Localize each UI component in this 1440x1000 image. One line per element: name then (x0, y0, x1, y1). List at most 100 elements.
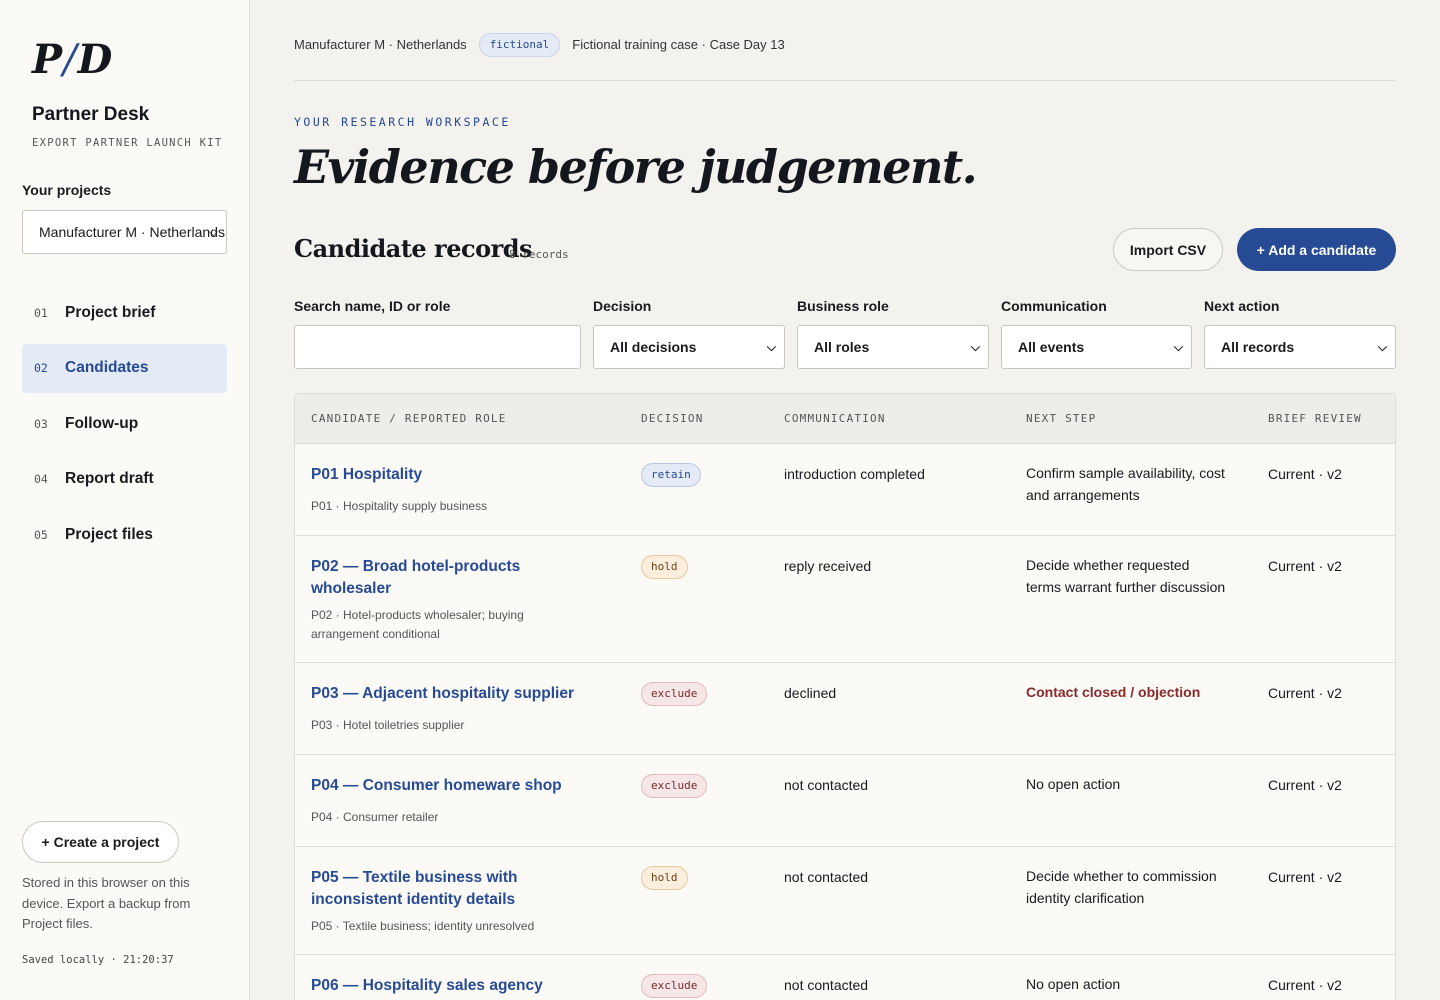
table-row[interactable]: P05 — Textile business with inconsistent… (295, 847, 1395, 955)
nav-label: Report draft (65, 470, 154, 487)
search-input[interactable] (294, 325, 581, 369)
column-header-communication[interactable]: COMMUNICATION (784, 412, 886, 425)
project-select-value: Manufacturer M · Netherlands (39, 224, 225, 240)
candidate-role: P02 · Hotel-products wholesaler; buying … (311, 608, 524, 641)
project-context: Manufacturer M · Netherlands (294, 37, 467, 52)
next-step: No open action (1026, 976, 1121, 992)
import-csv-button[interactable]: Import CSV (1113, 228, 1223, 271)
nav-label: Candidates (65, 359, 149, 376)
decision-filter-value: All decisions (610, 339, 697, 355)
decision-filter-label: Decision (593, 298, 652, 314)
brand-title: Partner Desk (32, 104, 150, 125)
sidebar-item-project-files[interactable]: 05 Project files (22, 510, 227, 559)
table-header: CANDIDATE / REPORTED ROLE DECISION COMMU… (295, 394, 1395, 444)
next-step: No open action (1026, 776, 1121, 792)
candidate-link[interactable]: P01 Hospitality (311, 464, 611, 486)
chevron-down-icon: ⌵ (1377, 340, 1387, 354)
role-filter-select[interactable]: All roles ⌵ (797, 325, 989, 369)
brief-review: Current · v2 (1268, 685, 1342, 701)
candidate-link[interactable]: P02 — Broad hotel-products wholesaler (311, 556, 571, 600)
table-row[interactable]: P01 Hospitality P01 · Hospitality supply… (295, 444, 1395, 536)
fictional-badge: fictional (478, 33, 561, 57)
next-step-alert: Contact closed / objection (1026, 684, 1201, 700)
search-label: Search name, ID or role (294, 298, 451, 314)
nav-label: Project brief (65, 303, 156, 321)
next-step: Confirm sample availability, cost and ar… (1026, 465, 1225, 503)
column-header-next-step[interactable]: NEXT STEP (1026, 412, 1096, 425)
next-action-filter-label: Next action (1204, 298, 1280, 314)
create-project-button[interactable]: + Create a project (22, 821, 179, 863)
section-title: Candidate records (294, 234, 533, 263)
next-action-filter-value: All records (1221, 339, 1295, 355)
nav-label: Follow-up (65, 414, 139, 432)
communication-status: not contacted (784, 869, 869, 885)
candidate-link[interactable]: P05 — Textile business with inconsistent… (311, 867, 571, 911)
next-step: Decide whether requested terms warrant f… (1026, 557, 1226, 595)
nav-number: 03 (34, 416, 48, 431)
sidebar-item-report-draft[interactable]: 04 Report draft (22, 455, 227, 504)
table-row[interactable]: P04 — Consumer homeware shop P04 · Consu… (295, 755, 1395, 847)
table-row[interactable]: P02 — Broad hotel-products wholesaler P0… (295, 536, 1395, 663)
candidate-link[interactable]: P03 — Adjacent hospitality supplier (311, 683, 611, 705)
saved-status: Saved locally · 21:20:37 (22, 954, 174, 966)
brief-review: Current · v2 (1268, 869, 1342, 885)
logo: P/D (32, 36, 112, 83)
column-header-brief-review[interactable]: BRIEF REVIEW (1268, 412, 1362, 425)
nav-number: 05 (34, 527, 48, 542)
record-count: 8 records (509, 248, 569, 261)
brief-review: Current · v2 (1268, 777, 1342, 793)
role-filter-label: Business role (797, 298, 889, 314)
decision-badge: exclude (641, 774, 708, 798)
page-title: Evidence before judgement. (294, 140, 978, 194)
nav-number: 02 (34, 361, 48, 375)
brief-review: Current · v2 (1268, 466, 1342, 482)
case-info: Fictional training case · Case Day 13 (572, 37, 785, 52)
decision-badge: exclude (641, 682, 708, 706)
communication-status: introduction completed (784, 466, 925, 482)
role-filter-value: All roles (814, 339, 870, 355)
candidate-role: P01 · Hospitality supply business (311, 499, 488, 513)
decision-filter-select[interactable]: All decisions ⌵ (593, 325, 785, 369)
candidates-table: CANDIDATE / REPORTED ROLE DECISION COMMU… (294, 393, 1396, 1000)
column-header-decision[interactable]: DECISION (641, 412, 704, 425)
table-row[interactable]: P06 — Hospitality sales agency exclude n… (295, 955, 1395, 1000)
chevron-down-icon: ⌵ (1173, 340, 1183, 354)
communication-status: reply received (784, 558, 872, 574)
candidate-role: P05 · Textile business; identity unresol… (311, 919, 535, 933)
nav-number: 01 (34, 305, 48, 320)
nav-label: Project files (65, 525, 153, 543)
eyebrow: YOUR RESEARCH WORKSPACE (294, 115, 511, 129)
column-header-candidate[interactable]: CANDIDATE / REPORTED ROLE (311, 412, 507, 425)
project-select[interactable]: Manufacturer M · Netherlands ⌵ (22, 210, 227, 254)
candidate-role: P03 · Hotel toiletries supplier (311, 718, 465, 732)
main-content: Manufacturer M · Netherlands fictional F… (250, 0, 1440, 1000)
chevron-down-icon: ⌵ (766, 340, 776, 354)
brief-review: Current · v2 (1268, 558, 1342, 574)
candidate-link[interactable]: P06 — Hospitality sales agency (311, 975, 611, 997)
communication-status: not contacted (784, 777, 869, 793)
add-candidate-button[interactable]: + Add a candidate (1237, 228, 1396, 271)
next-step: Decide whether to commission identity cl… (1026, 868, 1217, 906)
context-bar: Manufacturer M · Netherlands fictional F… (294, 32, 1396, 81)
sidebar-nav: 01 Project brief 02 Candidates 03 Follow… (22, 288, 227, 566)
communication-filter-select[interactable]: All events ⌵ (1001, 325, 1192, 369)
communication-filter-label: Communication (1001, 298, 1107, 314)
decision-badge: hold (641, 555, 688, 579)
communication-status: declined (784, 685, 837, 701)
brand-subtitle: EXPORT PARTNER LAUNCH KIT (32, 137, 223, 149)
communication-status: not contacted (784, 977, 869, 993)
sidebar-item-project-brief[interactable]: 01 Project brief (22, 288, 227, 337)
sidebar-item-follow-up[interactable]: 03 Follow-up (22, 399, 227, 448)
sidebar-item-candidates[interactable]: 02 Candidates (22, 343, 227, 393)
next-action-filter-select[interactable]: All records ⌵ (1204, 325, 1396, 369)
communication-filter-value: All events (1018, 339, 1085, 355)
table-row[interactable]: P03 — Adjacent hospitality supplier P03 … (295, 663, 1395, 755)
chevron-down-icon: ⌵ (970, 340, 980, 354)
sidebar: P/D Partner Desk EXPORT PARTNER LAUNCH K… (0, 0, 250, 1000)
decision-badge: retain (641, 463, 701, 487)
decision-badge: hold (641, 866, 688, 890)
candidate-role: P04 · Consumer retailer (311, 810, 439, 824)
storage-note: Stored in this browser on this device. E… (22, 875, 191, 931)
candidate-link[interactable]: P04 — Consumer homeware shop (311, 775, 611, 797)
chevron-down-icon: ⌵ (208, 225, 218, 239)
